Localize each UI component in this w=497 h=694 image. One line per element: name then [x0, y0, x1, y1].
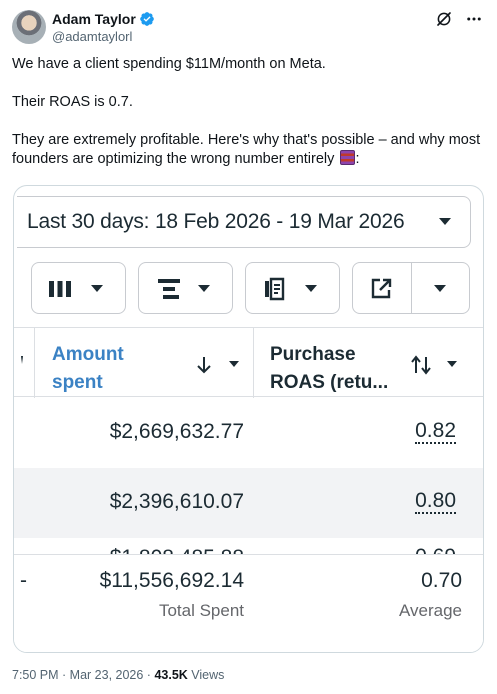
tweet-text: We have a client spending $11M/month on … — [12, 55, 490, 169]
table-row[interactable]: $2,396,610.07 0.80 — [14, 468, 483, 538]
author-name-row[interactable]: Adam Taylor — [52, 11, 155, 27]
table-row-partial: $1,808,485.88 0.69 — [14, 538, 483, 555]
table-footer-totals: - $11,556,692.14 Total Spent 0.70 Averag… — [14, 554, 483, 652]
tweet-line-3-suffix: : — [355, 151, 360, 167]
avatar[interactable] — [12, 10, 46, 44]
tweet-line-3-text: They are extremely profitable. Here's wh… — [12, 132, 481, 167]
views-label: Views — [187, 668, 225, 682]
column-header-roas-line2: ROAS (retu... — [270, 372, 389, 393]
breakdown-icon — [158, 279, 180, 299]
tweet-media-image[interactable]: Last 30 days: 18 Feb 2026 - 19 Mar 2026 — [13, 185, 484, 653]
total-spent-value: $11,556,692.14 — [99, 569, 244, 592]
roas-cell[interactable]: 0.82 — [415, 420, 456, 444]
roas-cell: 0.69 — [415, 546, 456, 555]
author-name[interactable]: Adam Taylor — [52, 11, 136, 27]
column-header-roas-line1: Purchase — [270, 344, 356, 365]
reports-icon — [265, 277, 285, 301]
caret-down-icon[interactable] — [446, 360, 458, 368]
caret-down-icon — [434, 285, 446, 292]
date-range-label: Last 30 days: 18 Feb 2026 - 19 Mar 2026 — [27, 210, 405, 233]
caret-down-icon — [305, 285, 317, 292]
truncated-column-mark-icon — [21, 356, 23, 364]
caret-down-icon — [198, 285, 210, 292]
average-roas-label: Average — [398, 601, 462, 620]
export-button[interactable] — [352, 262, 470, 314]
table-row[interactable]: $2,669,632.77 0.82 — [14, 398, 483, 468]
tweet-line-1: We have a client spending $11M/month on … — [12, 56, 326, 72]
tweet-line-3: They are extremely profitable. Here's wh… — [12, 131, 490, 169]
export-icon — [371, 278, 392, 299]
tweet-line-2: Their ROAS is 0.7. — [12, 94, 133, 110]
column-header-amount-spent[interactable]: Amount spent — [52, 341, 152, 397]
breakdown-button[interactable] — [138, 262, 233, 314]
total-spent-label: Total Spent — [158, 601, 244, 620]
caret-down-icon[interactable] — [228, 360, 240, 368]
caret-down-icon — [91, 285, 103, 292]
reports-button[interactable] — [245, 262, 340, 314]
date-range-picker[interactable]: Last 30 days: 18 Feb 2026 - 19 Mar 2026 — [17, 196, 471, 248]
tweet-header: Adam Taylor @adamtaylorl — [12, 8, 485, 48]
sort-descending-icon[interactable] — [196, 356, 212, 374]
views-count[interactable]: 43.5K — [154, 668, 187, 682]
column-header-amount-line2: spent — [52, 372, 103, 393]
columns-icon — [49, 281, 71, 297]
amount-spent-cell: $2,669,632.77 — [109, 420, 244, 443]
column-header-purchase-roas[interactable]: Purchase ROAS (retu... — [270, 341, 410, 397]
author-handle[interactable]: @adamtaylorl — [52, 29, 132, 44]
verified-badge-icon — [139, 12, 154, 26]
more-options-icon[interactable] — [465, 10, 483, 28]
amount-spent-cell: $1,808,485.88 — [110, 546, 244, 554]
table-header: Amount spent Purchase ROAS (retu... — [14, 327, 483, 398]
average-roas-value: 0.70 — [421, 569, 462, 592]
thread-spool-emoji-icon — [340, 150, 356, 165]
amount-spent-cell: $2,396,610.07 — [109, 490, 244, 513]
roas-cell[interactable]: 0.80 — [415, 490, 456, 514]
sort-both-icon[interactable] — [410, 355, 432, 375]
footer-dash: - — [20, 569, 27, 592]
tweet-meta: 7:50 PM · Mar 23, 2026 · 43.5K Views — [12, 668, 224, 682]
column-header-amount-line1: Amount — [52, 344, 124, 365]
grok-icon[interactable] — [435, 10, 453, 28]
tweet-timestamp[interactable]: 7:50 PM · Mar 23, 2026 · — [12, 668, 154, 682]
caret-down-icon — [439, 218, 451, 225]
columns-button[interactable] — [31, 262, 126, 314]
